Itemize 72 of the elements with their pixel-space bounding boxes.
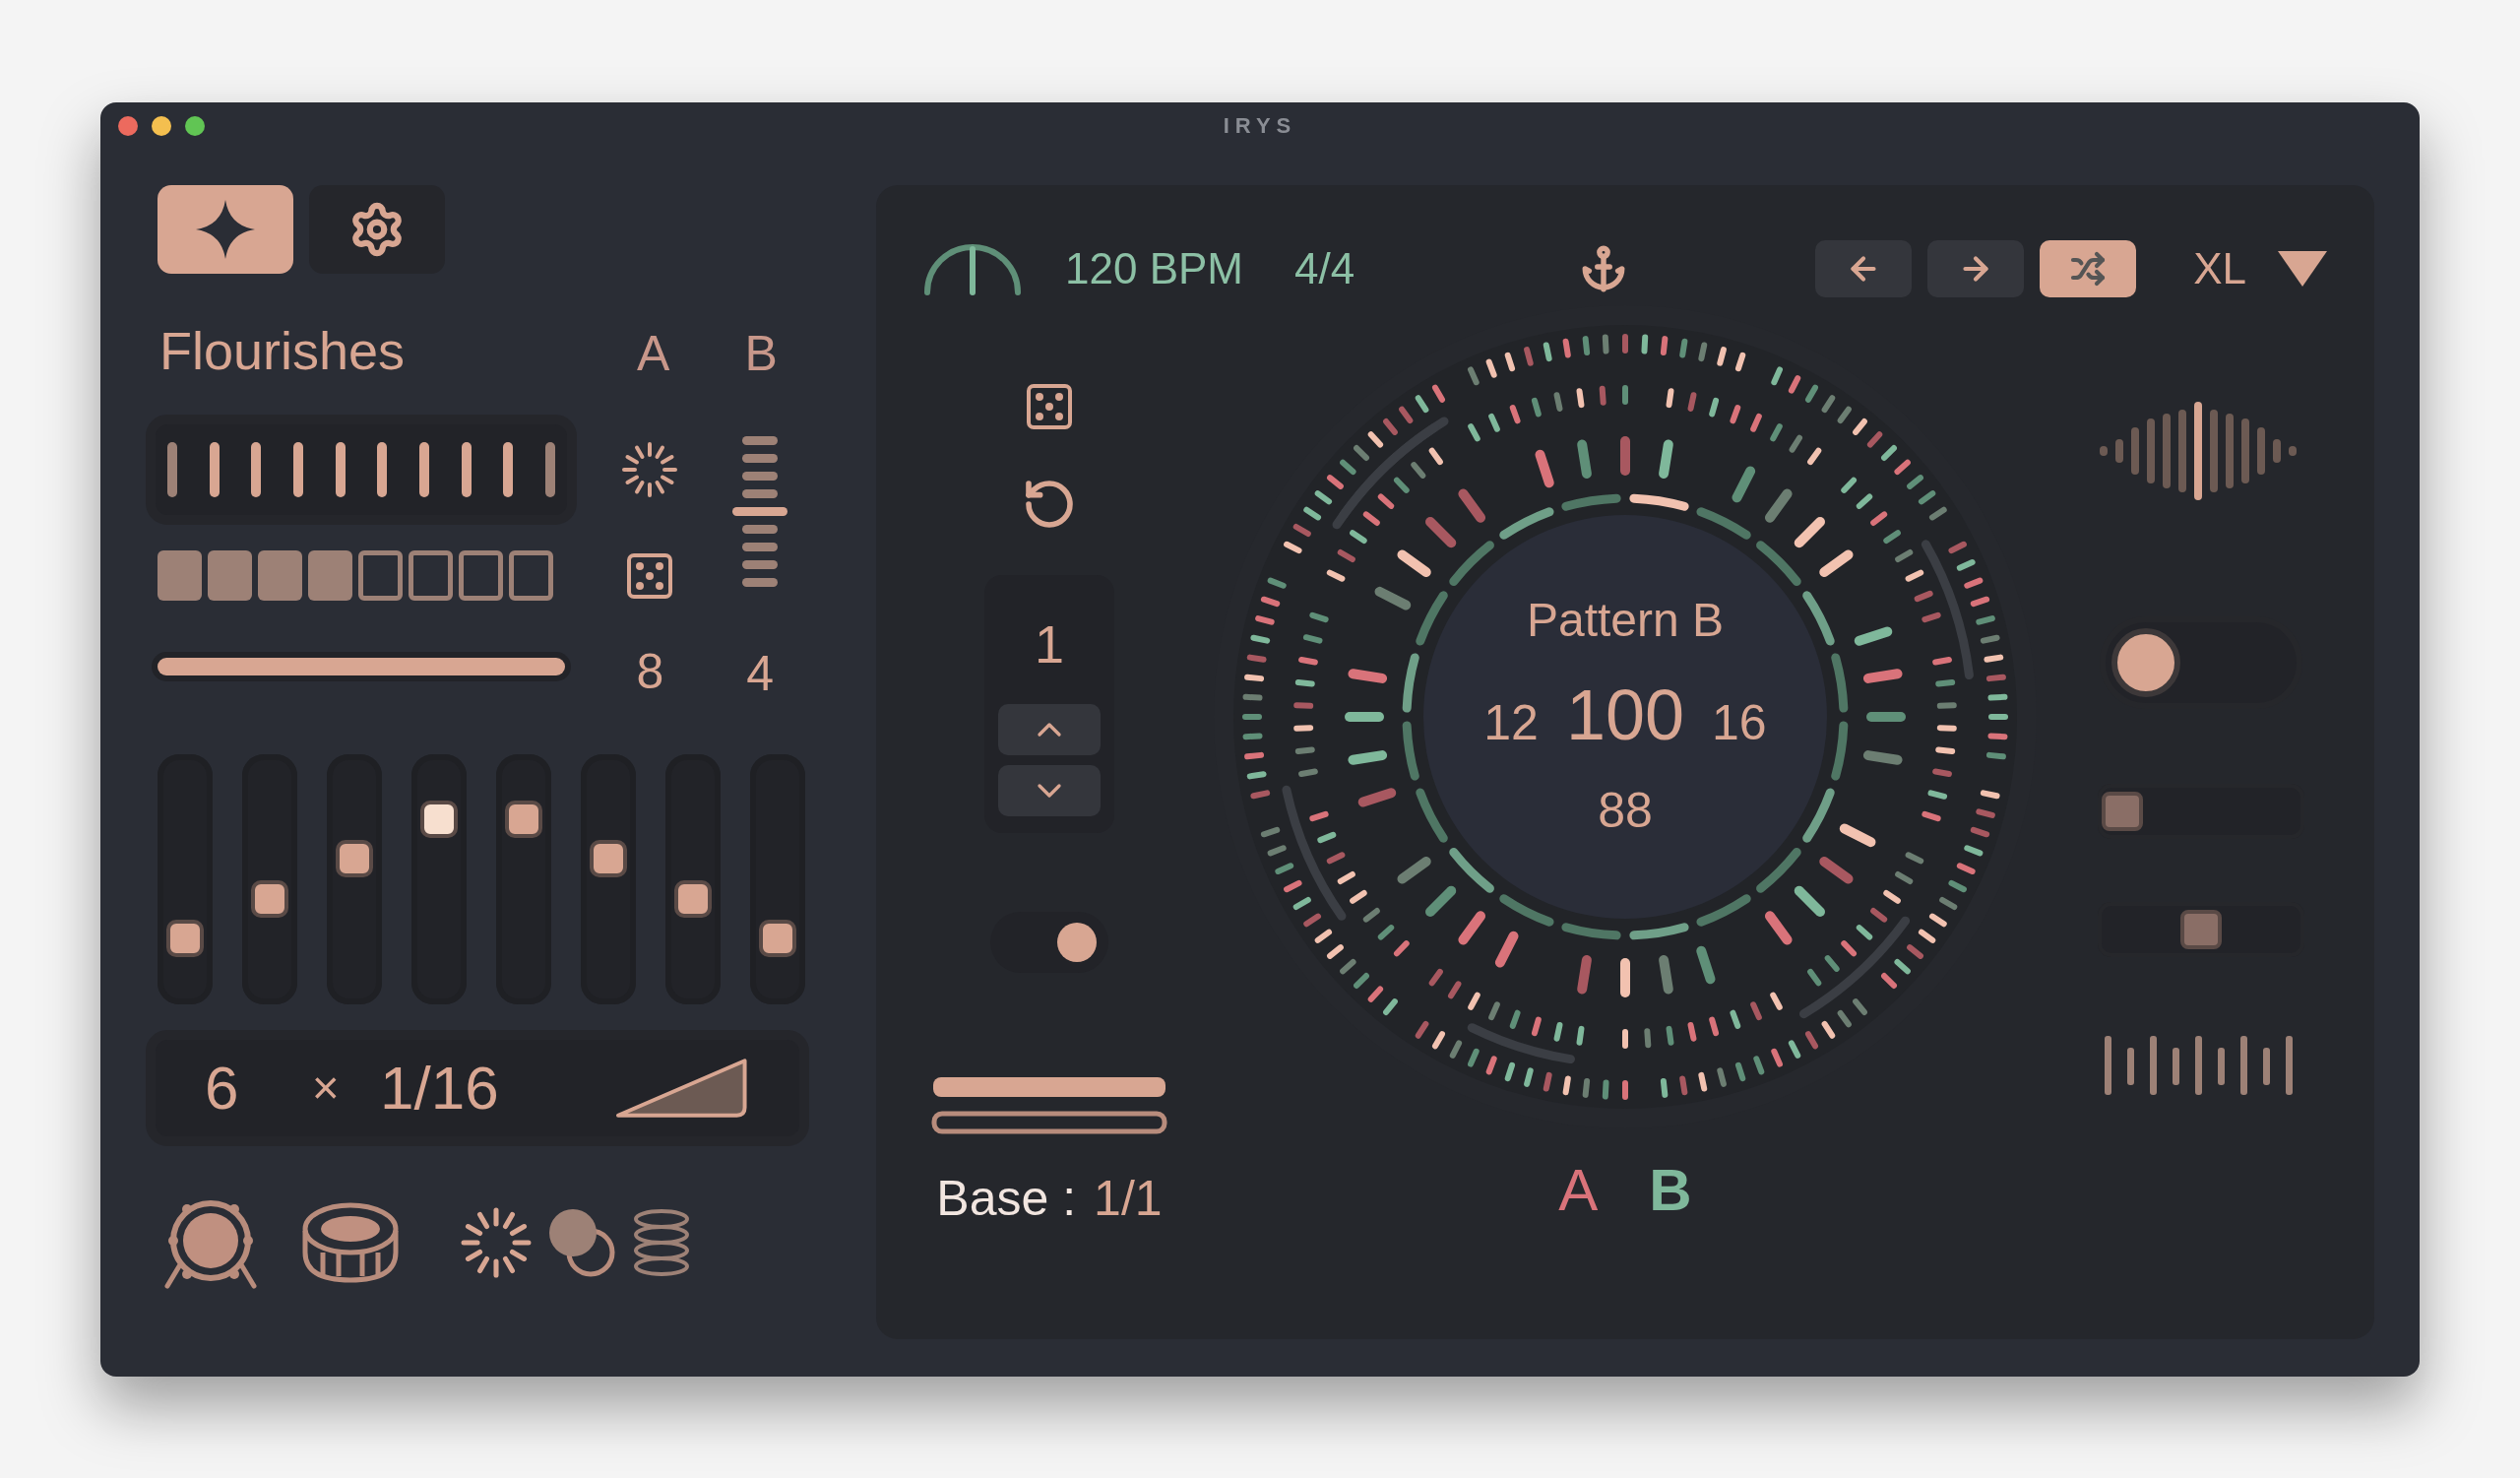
close-button[interactable] (118, 115, 138, 136)
base-label: Base : (936, 1169, 1077, 1228)
tick-mark (544, 441, 555, 497)
dice-icon[interactable] (625, 550, 675, 601)
randomize-icon[interactable] (1025, 381, 1074, 431)
shuffle-icon (2070, 250, 2107, 287)
count-value: 8 (636, 642, 664, 701)
slider-thumb[interactable] (2102, 791, 2144, 831)
slider-thumb[interactable] (2180, 909, 2222, 949)
tempo-label[interactable]: 120 BPM (1065, 235, 1243, 301)
tick-mark (335, 441, 346, 497)
stacked-rings-icon[interactable] (632, 1206, 691, 1278)
pattern-value[interactable]: 100 (1565, 662, 1685, 768)
step-square[interactable] (509, 549, 553, 601)
step-square[interactable] (258, 549, 302, 601)
step-square[interactable] (308, 549, 352, 601)
base-value[interactable]: 1/1 (1094, 1161, 1163, 1236)
fader-thumb[interactable] (336, 840, 373, 878)
multiply-sign: × (311, 1060, 341, 1116)
tick-mark (167, 441, 177, 497)
count-value: 4 (746, 644, 774, 703)
back-button[interactable] (1815, 239, 1913, 297)
column-label: B (743, 324, 779, 383)
bars-icon (931, 1074, 1167, 1136)
size-dropdown[interactable]: XL (2193, 235, 2329, 301)
step-strip[interactable] (146, 414, 577, 525)
stepper-value: 1 (1034, 612, 1064, 675)
tick-mark (377, 441, 388, 497)
fader-thumb[interactable] (166, 920, 204, 958)
dropdown-triangle-icon (2276, 248, 2329, 289)
pattern-value[interactable]: 12 (1483, 686, 1539, 760)
pattern-title: Pattern B (1526, 593, 1725, 648)
ramp-icon[interactable] (613, 1056, 750, 1120)
pattern-tab[interactable]: B (1645, 1145, 1696, 1235)
tick-mark (503, 441, 514, 497)
tick-mark (209, 441, 220, 497)
fader-thumb[interactable] (505, 800, 542, 838)
step-square[interactable] (409, 549, 453, 601)
column-label: A (636, 324, 671, 383)
rate-count[interactable]: 6 (205, 1042, 312, 1133)
forward-button[interactable] (1927, 239, 2025, 297)
step-square[interactable] (158, 549, 202, 601)
sparkle-button[interactable] (158, 184, 293, 274)
shuffle-button[interactable] (2040, 239, 2137, 297)
settings-button[interactable] (309, 184, 445, 274)
tick-mark (418, 441, 429, 497)
fader-thumb[interactable] (759, 920, 796, 958)
pattern-value[interactable]: 16 (1712, 686, 1767, 760)
length-fill[interactable] (158, 657, 565, 675)
ladder-slider[interactable] (732, 435, 788, 587)
fader-thumb[interactable] (251, 879, 288, 918)
fader-thumb[interactable] (590, 840, 627, 878)
step-square[interactable] (459, 549, 503, 601)
window-title: IRYS (1223, 112, 1297, 140)
burst-icon[interactable] (620, 439, 680, 499)
snare-drum-icon[interactable] (301, 1200, 400, 1284)
tick-mark (461, 441, 472, 497)
rate-division[interactable]: 1/16 (380, 1042, 614, 1133)
meter-label[interactable]: 4/4 (1294, 235, 1355, 301)
step-square[interactable] (208, 549, 252, 601)
step-square[interactable] (358, 549, 403, 601)
tick-mark (292, 441, 303, 497)
minimize-button[interactable] (152, 115, 171, 136)
pattern-value[interactable]: 88 (1598, 774, 1653, 848)
pattern-tab[interactable]: A (1554, 1145, 1603, 1235)
fader-thumb[interactable] (674, 879, 712, 918)
decrement-button[interactable] (998, 764, 1101, 816)
zoom-button[interactable] (185, 115, 205, 136)
increment-button[interactable] (998, 703, 1101, 755)
tick-mark (251, 441, 262, 497)
fader-thumb[interactable] (420, 800, 458, 838)
section-title: Flourishes (159, 319, 407, 382)
